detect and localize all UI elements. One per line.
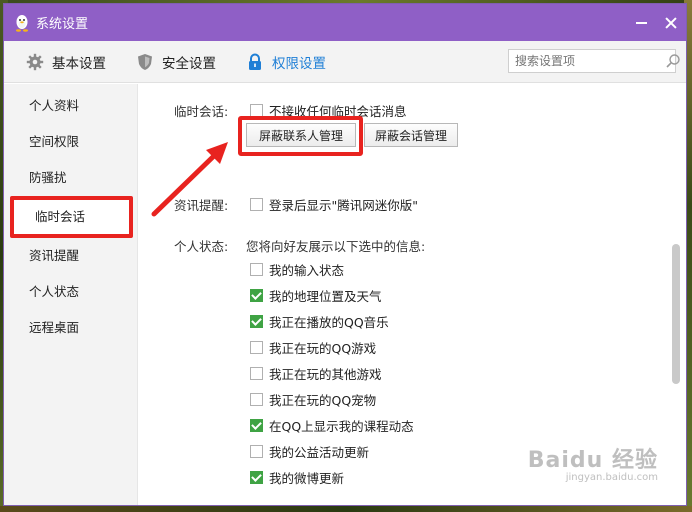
desktop-background-bottom — [0, 506, 692, 512]
sidebar-item-label: 临时会话 — [35, 209, 86, 224]
scrollbar-thumb[interactable] — [672, 244, 680, 384]
settings-tab-bar: 基本设置 安全设置 权限设置 — [4, 41, 686, 83]
window-title: 系统设置 — [36, 17, 89, 32]
news-alert-option[interactable]: 登录后显示"腾讯网迷你版" — [250, 195, 418, 214]
status-option[interactable]: 我正在玩的其他游戏 — [250, 364, 382, 383]
status-option[interactable]: 我的公益活动更新 — [250, 442, 369, 461]
search-icon[interactable] — [665, 50, 681, 72]
sidebar-item-space-permissions[interactable]: 空间权限 — [4, 124, 137, 160]
checkbox-label: 我的输入状态 — [269, 263, 345, 278]
lock-icon — [246, 53, 264, 71]
sidebar: 个人资料 空间权限 防骚扰 临时会话 资讯提醒 个人状态 远程桌面 — [4, 84, 138, 505]
checkbox-label: 我正在玩的QQ宠物 — [269, 393, 377, 408]
sidebar-item-label: 个人资料 — [29, 98, 80, 113]
checkbox-label: 登录后显示"腾讯网迷你版" — [269, 198, 418, 213]
qq-penguin-icon — [16, 14, 28, 32]
checkbox[interactable] — [250, 471, 263, 484]
status-option[interactable]: 我正在玩的QQ宠物 — [250, 390, 376, 409]
tab-label: 安全设置 — [162, 55, 216, 72]
search-field[interactable] — [508, 49, 680, 73]
close-icon — [665, 17, 677, 29]
block-contacts-button[interactable]: 屏蔽联系人管理 — [246, 123, 356, 147]
sidebar-item-remote-desktop[interactable]: 远程桌面 — [4, 310, 137, 346]
checkbox[interactable] — [250, 445, 263, 458]
checkbox-label: 我正在玩的其他游戏 — [269, 367, 382, 382]
sidebar-item-anti-harassment[interactable]: 防骚扰 — [4, 160, 137, 196]
tab-basic-settings[interactable]: 基本设置 — [26, 52, 106, 72]
block-sessions-button[interactable]: 屏蔽会话管理 — [364, 123, 458, 147]
checkbox[interactable] — [250, 289, 263, 302]
checkbox[interactable] — [250, 367, 263, 380]
minimize-icon — [635, 21, 647, 24]
checkbox[interactable] — [250, 198, 263, 211]
sidebar-item-label: 资讯提醒 — [29, 248, 80, 263]
status-option[interactable]: 我的地理位置及天气 — [250, 286, 382, 305]
shield-icon — [136, 53, 154, 71]
scrollbar[interactable] — [670, 84, 682, 505]
checkbox-label: 我的公益活动更新 — [269, 445, 370, 460]
sidebar-item-personal-status[interactable]: 个人状态 — [4, 274, 137, 310]
tab-security-settings[interactable]: 安全设置 — [136, 52, 216, 72]
sidebar-item-news-alert[interactable]: 资讯提醒 — [4, 238, 137, 274]
status-option[interactable]: 我正在播放的QQ音乐 — [250, 312, 389, 331]
sidebar-item-temp-session[interactable]: 临时会话 — [10, 196, 133, 238]
checkbox-label: 我的地理位置及天气 — [269, 289, 382, 304]
checkbox-label: 我正在玩的QQ游戏 — [269, 341, 377, 356]
temp-session-label: 临时会话: — [174, 104, 229, 119]
checkbox[interactable] — [250, 263, 263, 276]
title-bar[interactable]: 系统设置 — [4, 4, 686, 41]
close-button[interactable] — [656, 4, 686, 41]
baidu-watermark: Baidu 经验 jingyan.baidu.com — [528, 442, 658, 483]
minimize-button[interactable] — [626, 4, 656, 41]
status-option[interactable]: 我的微博更新 — [250, 468, 344, 487]
status-option[interactable]: 我的输入状态 — [250, 260, 344, 279]
checkbox[interactable] — [250, 393, 263, 406]
personal-status-description: 您将向好友展示以下选中的信息: — [246, 239, 426, 254]
search-input[interactable] — [515, 54, 665, 68]
sidebar-item-personal-info[interactable]: 个人资料 — [4, 88, 137, 124]
gear-icon — [26, 53, 44, 71]
checkbox[interactable] — [250, 341, 263, 354]
status-option[interactable]: 在QQ上显示我的课程动态 — [250, 416, 414, 435]
sidebar-item-label: 空间权限 — [29, 134, 80, 149]
checkbox[interactable] — [250, 315, 263, 328]
checkbox-label: 我的微博更新 — [269, 471, 345, 486]
tab-label: 权限设置 — [272, 55, 326, 72]
checkbox[interactable] — [250, 419, 263, 432]
sidebar-item-label: 个人状态 — [29, 284, 80, 299]
tab-label: 基本设置 — [52, 55, 106, 72]
news-alert-label: 资讯提醒: — [174, 198, 229, 213]
tab-permission-settings[interactable]: 权限设置 — [246, 52, 326, 72]
status-option[interactable]: 我正在玩的QQ游戏 — [250, 338, 376, 357]
settings-window: 系统设置 基本设置 安全设置 权限设置 搜索设置项 个人资料 空间权限 防骚扰 … — [3, 3, 687, 506]
watermark-main: Baidu 经验 — [527, 448, 658, 473]
checkbox-label: 我正在播放的QQ音乐 — [269, 315, 389, 330]
checkbox-label: 在QQ上显示我的课程动态 — [269, 419, 414, 434]
personal-status-label: 个人状态: — [174, 239, 229, 254]
sidebar-item-label: 远程桌面 — [29, 320, 80, 335]
sidebar-item-label: 防骚扰 — [29, 170, 67, 185]
